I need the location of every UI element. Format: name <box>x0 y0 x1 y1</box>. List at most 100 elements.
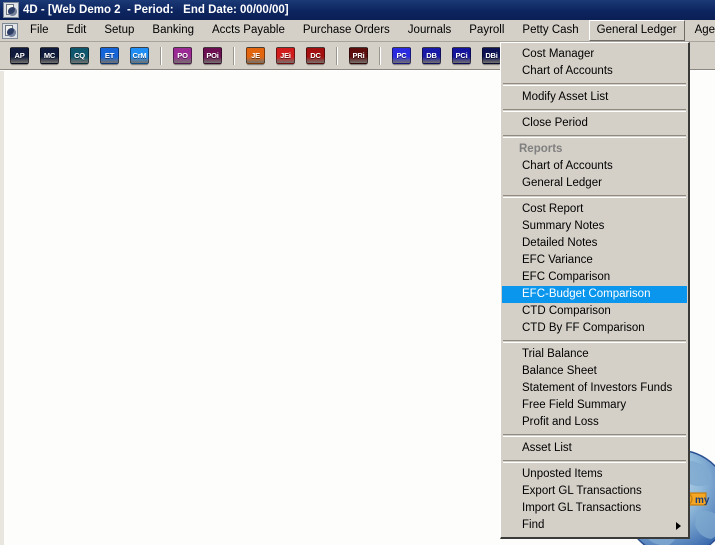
menu-item-chart-of-accounts[interactable]: Chart of Accounts <box>501 158 688 175</box>
menu-item-trial-balance[interactable]: Trial Balance <box>501 346 688 363</box>
toolbar-button-label: CrM <box>132 50 147 60</box>
menu-item-efc-budget-comparison[interactable]: EFC-Budget Comparison <box>502 286 687 303</box>
menu-item-label: Detailed Notes <box>522 237 598 249</box>
menu-item-label: Profit and Loss <box>522 416 599 428</box>
menu-item-cost-manager[interactable]: Cost Manager <box>501 46 688 63</box>
menubar-item-purchase-orders[interactable]: Purchase Orders <box>295 20 398 41</box>
menubar-item-payroll[interactable]: Payroll <box>461 20 512 41</box>
menu-separator <box>503 83 686 86</box>
toolbar-button-mc[interactable]: MC <box>40 47 59 64</box>
menu-item-chart-of-accounts[interactable]: Chart of Accounts <box>501 63 688 80</box>
menu-item-label: Trial Balance <box>522 348 589 360</box>
toolbar-button-label: DBi <box>485 50 498 60</box>
menu-item-label: Balance Sheet <box>522 365 597 377</box>
toolbar-button-dbi[interactable]: DBi <box>482 47 501 64</box>
menu-item-general-ledger[interactable]: General Ledger <box>501 175 688 192</box>
menu-item-label: Chart of Accounts <box>522 160 613 172</box>
menubar-item-accts-payable[interactable]: Accts Payable <box>204 20 293 41</box>
menu-item-unposted-items[interactable]: Unposted Items <box>501 466 688 483</box>
toolbar-button-po[interactable]: PO <box>173 47 192 64</box>
menu-separator <box>503 460 686 463</box>
menu-item-asset-list[interactable]: Asset List <box>501 440 688 457</box>
menu-item-label: Import GL Transactions <box>522 502 642 514</box>
menu-separator <box>503 195 686 198</box>
menu-separator <box>503 109 686 112</box>
toolbar-button-label: PCi <box>455 50 468 60</box>
menu-item-find[interactable]: Find <box>501 517 688 534</box>
menu-item-label: Cost Report <box>522 203 584 215</box>
menu-item-close-period[interactable]: Close Period <box>501 115 688 132</box>
toolbar-separator <box>160 46 162 65</box>
toolbar-button-label: JE <box>251 50 260 60</box>
menu-item-export-gl-transactions[interactable]: Export GL Transactions <box>501 483 688 500</box>
toolbar-button-label: PO <box>177 50 188 60</box>
menu-item-label: Export GL Transactions <box>522 485 642 497</box>
menu-item-label: Reports <box>519 143 563 155</box>
toolbar-button-jei[interactable]: JEi <box>276 47 295 64</box>
menu-item-efc-comparison[interactable]: EFC Comparison <box>501 269 688 286</box>
general-ledger-dropdown-menu[interactable]: Cost Manager Chart of Accounts Modify Asse… <box>500 42 690 539</box>
toolbar-button-label: DB <box>426 50 437 60</box>
toolbar-button-cq[interactable]: CQ <box>70 47 89 64</box>
menubar-item-petty-cash[interactable]: Petty Cash <box>514 20 586 41</box>
menu-item-label: Asset List <box>522 442 572 454</box>
logo-text: my <box>695 495 710 506</box>
menubar-item-journals[interactable]: Journals <box>400 20 459 41</box>
toolbar-button-label: MC <box>43 50 56 60</box>
toolbar-button-crm[interactable]: CrM <box>130 47 149 64</box>
menu-item-label: CTD By FF Comparison <box>522 322 645 334</box>
document-icon <box>2 22 18 39</box>
toolbar-button-pri[interactable]: PRi <box>349 47 368 64</box>
menu-item-label: EFC Variance <box>522 254 593 266</box>
menu-item-label: Close Period <box>522 117 588 129</box>
menu-item-efc-variance[interactable]: EFC Variance <box>501 252 688 269</box>
toolbar-button-label: POi <box>206 50 219 60</box>
menu-item-profit-and-loss[interactable]: Profit and Loss <box>501 414 688 431</box>
menu-item-summary-notes[interactable]: Summary Notes <box>501 218 688 235</box>
toolbar-button-label: PC <box>396 50 407 60</box>
toolbar-button-label: AP <box>14 50 25 60</box>
toolbar-separator <box>379 46 381 65</box>
menu-item-cost-report[interactable]: Cost Report <box>501 201 688 218</box>
app-icon-4d <box>3 2 19 18</box>
menu-item-ctd-by-ff-comparison[interactable]: CTD By FF Comparison <box>501 320 688 337</box>
toolbar-button-pci[interactable]: PCi <box>452 47 471 64</box>
menu-item-label: EFC Comparison <box>522 271 611 283</box>
menubar-item-file[interactable]: File <box>22 20 57 41</box>
submenu-arrow-icon <box>676 522 681 530</box>
menu-separator <box>503 340 686 343</box>
menu-item-balance-sheet[interactable]: Balance Sheet <box>501 363 688 380</box>
menu-item-statement-of-investors-funds[interactable]: Statement of Investors Funds <box>501 380 688 397</box>
toolbar-button-poi[interactable]: POi <box>203 47 222 64</box>
menu-item-label: Chart of Accounts <box>522 65 613 77</box>
menubar-item-edit[interactable]: Edit <box>59 20 95 41</box>
menu-item-modify-asset-list[interactable]: Modify Asset List <box>501 89 688 106</box>
toolbar-button-db[interactable]: DB <box>422 47 441 64</box>
menu-item-detailed-notes[interactable]: Detailed Notes <box>501 235 688 252</box>
menu-item-label: Cost Manager <box>522 48 595 60</box>
menu-item-label: Statement of Investors Funds <box>522 382 673 394</box>
toolbar-button-label: PRi <box>352 50 365 60</box>
toolbar-button-dc[interactable]: DC <box>306 47 325 64</box>
menu-item-free-field-summary[interactable]: Free Field Summary <box>501 397 688 414</box>
menubar-item-setup[interactable]: Setup <box>96 20 142 41</box>
menu-item-import-gl-transactions[interactable]: Import GL Transactions <box>501 500 688 517</box>
toolbar-button-label: DC <box>310 50 321 60</box>
menu-item-label: EFC-Budget Comparison <box>522 288 651 300</box>
menu-item-label: Free Field Summary <box>522 399 627 411</box>
menu-separator <box>503 434 686 437</box>
toolbar-button-pc[interactable]: PC <box>392 47 411 64</box>
toolbar-button-et[interactable]: ET <box>100 47 119 64</box>
toolbar-button-label: ET <box>104 50 115 60</box>
menu-item-label: CTD Comparison <box>522 305 611 317</box>
menu-separator <box>503 135 686 138</box>
menubar-item-agents[interactable]: Agents <box>687 20 715 41</box>
toolbar-button-je[interactable]: JE <box>246 47 265 64</box>
toolbar-button-ap[interactable]: AP <box>10 47 29 64</box>
menu-item-label: Find <box>522 519 545 531</box>
menu-item-label: Unposted Items <box>522 468 603 480</box>
menubar-item-general-ledger[interactable]: General Ledger <box>588 20 685 41</box>
menubar-item-banking[interactable]: Banking <box>144 20 202 41</box>
menu-item-ctd-comparison[interactable]: CTD Comparison <box>501 303 688 320</box>
toolbar-separator <box>233 46 235 65</box>
